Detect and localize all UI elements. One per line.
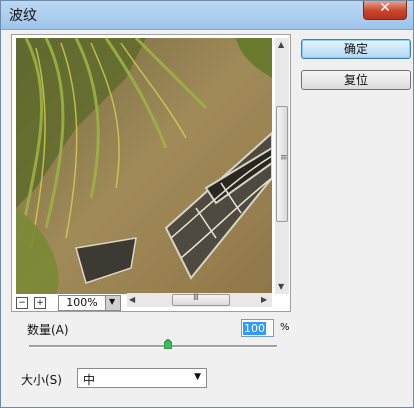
title-bar[interactable]: 波纹 ✕ [1,0,413,30]
size-label: 大小(S) [21,373,62,387]
chevron-down-icon: ▼ [194,372,201,382]
chevron-down-icon: ▼ [109,297,116,306]
close-icon: ✕ [379,0,391,16]
close-button[interactable]: ✕ [363,0,407,20]
grip-icon: ≡ [280,153,288,163]
ripple-dialog: 波纹 ✕ ▲ ≡ ▼ − + 100% ▼ ◀ III ▶ 确定 复位 数量(A… [0,0,414,408]
amount-slider-thumb[interactable] [163,339,172,349]
size-selected: 中 [83,373,96,387]
preview-horizontal-scrollbar[interactable]: ◀ III ▶ [127,293,272,307]
preview-vertical-scrollbar[interactable]: ▲ ≡ ▼ [275,38,289,294]
zoom-dropdown[interactable]: ▼ [105,295,121,311]
ok-button[interactable]: 确定 [301,39,411,59]
scroll-down-icon[interactable]: ▼ [278,282,284,291]
vertical-scroll-thumb[interactable]: ≡ [276,106,288,222]
grip-icon: III [193,293,199,303]
amount-slider-track[interactable] [29,345,277,348]
size-select[interactable]: 中 ▼ [77,368,207,388]
scroll-right-icon[interactable]: ▶ [261,295,267,304]
dialog-body: ▲ ≡ ▼ − + 100% ▼ ◀ III ▶ 确定 复位 数量(A) 100… [7,30,411,402]
scroll-left-icon[interactable]: ◀ [129,295,135,304]
amount-label: 数量(A) [27,323,69,337]
zoom-in-button[interactable]: + [34,297,46,309]
preview-image[interactable] [16,38,272,294]
amount-unit: % [280,322,290,333]
zoom-out-button[interactable]: − [16,297,28,309]
window-title: 波纹 [9,8,37,24]
horizontal-scroll-thumb[interactable]: III [172,293,230,306]
reset-button[interactable]: 复位 [301,70,411,90]
scroll-up-icon[interactable]: ▲ [278,40,284,49]
preview-panel: ▲ ≡ ▼ − + 100% ▼ ◀ III ▶ [11,34,291,312]
amount-value: 100 [243,322,266,335]
amount-input[interactable]: 100 [241,319,274,337]
boats-palm-photo [16,38,272,294]
zoom-level: 100% [58,295,106,311]
